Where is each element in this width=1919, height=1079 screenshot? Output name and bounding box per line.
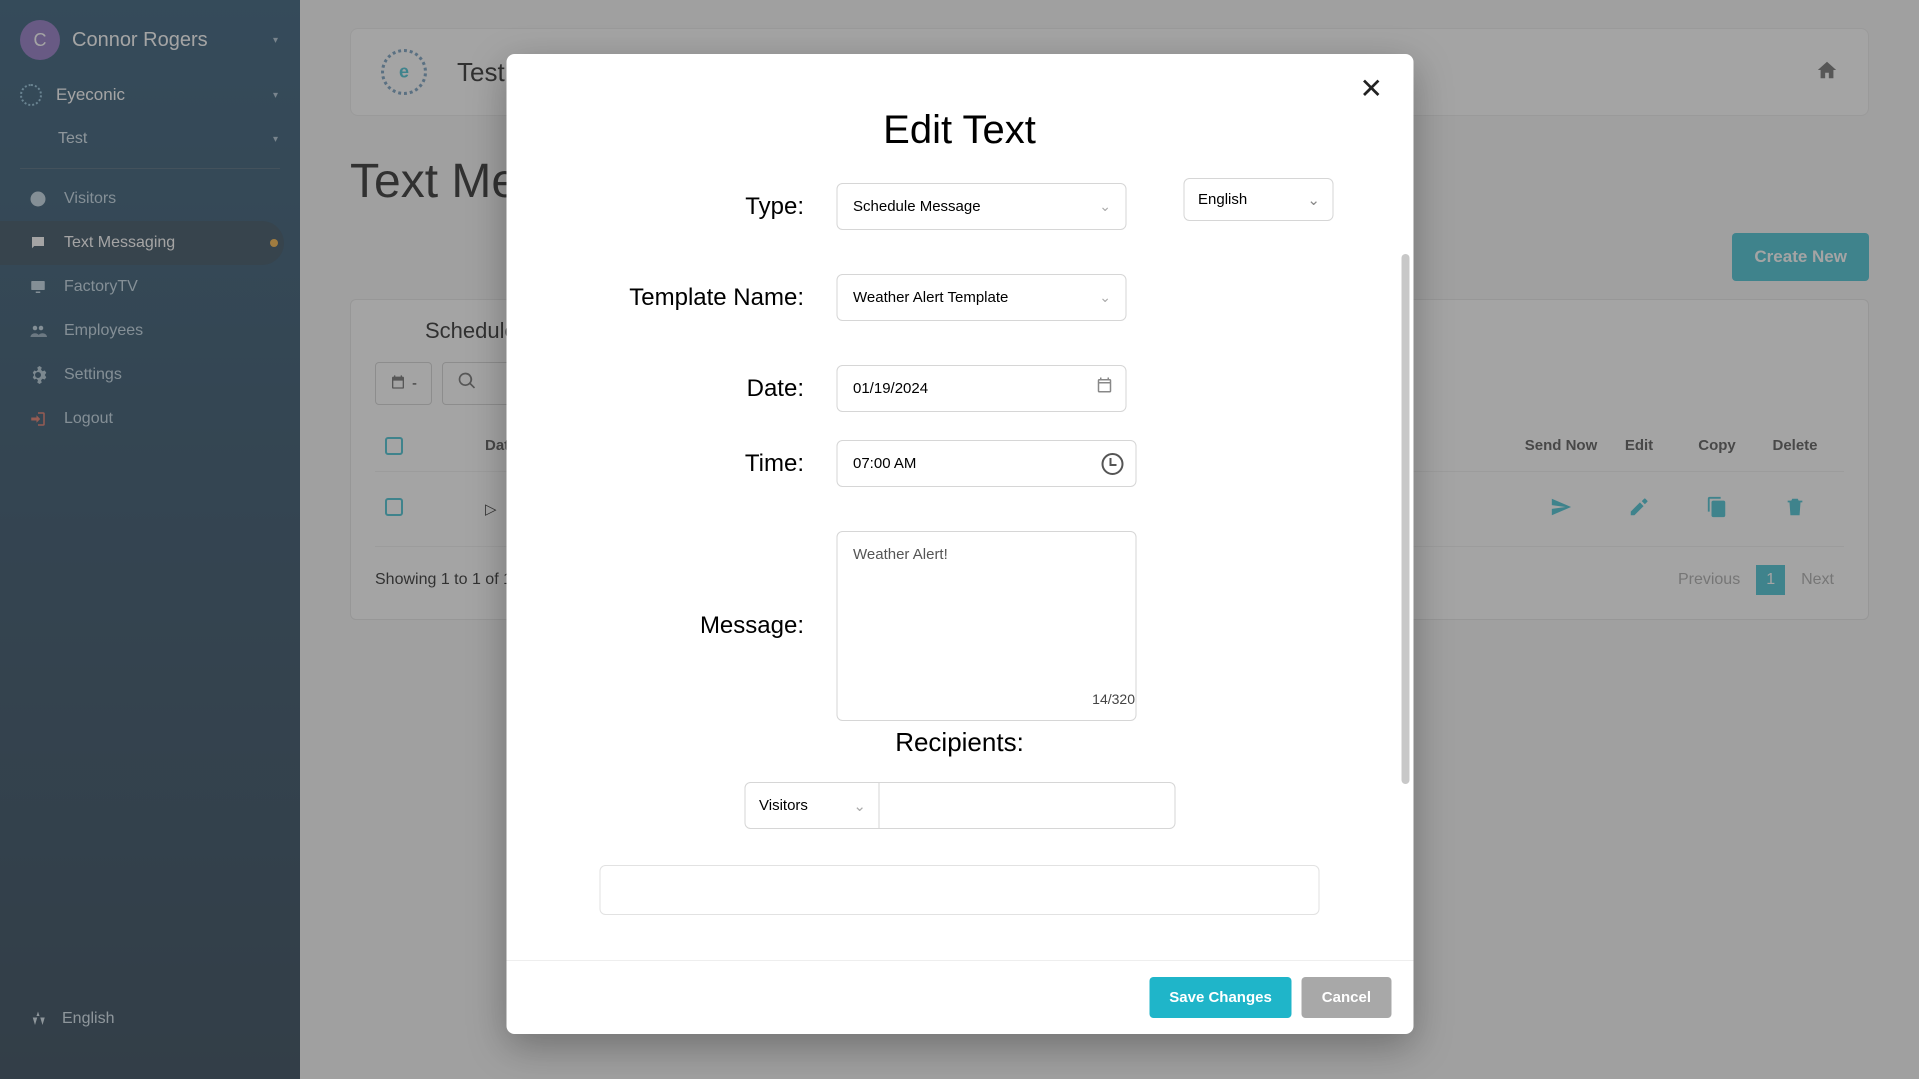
recipient-input[interactable] <box>879 782 1175 829</box>
edit-text-modal: ✕ Edit Text English Type: Schedule Messa… <box>506 54 1413 1034</box>
template-select[interactable]: Weather Alert Template <box>836 274 1126 321</box>
message-textarea[interactable] <box>836 531 1136 721</box>
type-select[interactable]: Schedule Message <box>836 183 1126 230</box>
time-input[interactable]: 07:00 AM <box>836 440 1136 487</box>
time-label: Time: <box>586 450 836 478</box>
type-label: Type: <box>586 193 836 221</box>
save-button[interactable]: Save Changes <box>1149 977 1292 1018</box>
recipients-label: Recipients: <box>586 727 1333 758</box>
date-input[interactable]: 01/19/2024 <box>836 365 1126 412</box>
recipient-type-select[interactable]: Visitors <box>744 782 879 829</box>
modal-title: Edit Text <box>556 108 1363 153</box>
date-label: Date: <box>586 375 836 403</box>
modal-body: Type: Schedule Message Template Name: We… <box>506 163 1413 960</box>
cancel-button[interactable]: Cancel <box>1302 977 1391 1018</box>
recipient-panel <box>600 865 1320 915</box>
template-label: Template Name: <box>586 284 836 312</box>
modal-footer: Save Changes Cancel <box>506 960 1413 1034</box>
message-label: Message: <box>586 612 836 640</box>
